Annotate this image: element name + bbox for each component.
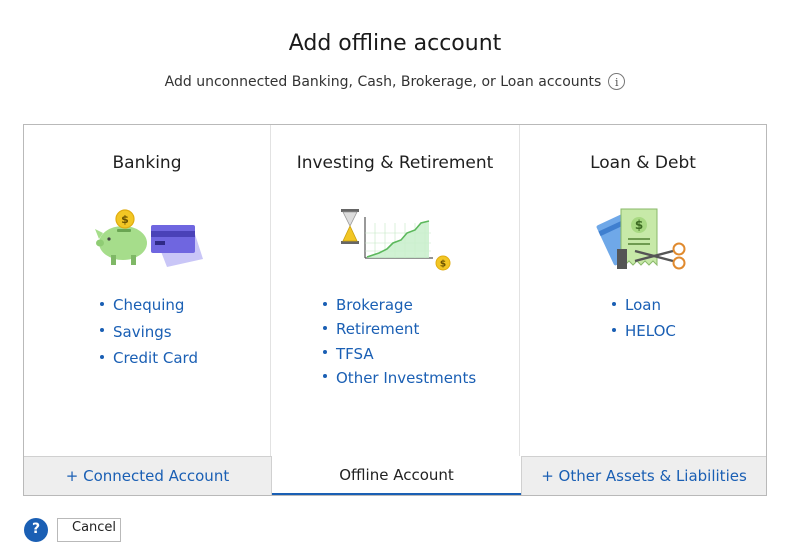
help-icon[interactable]: ?	[24, 518, 48, 542]
link-heloc[interactable]: HELOC	[612, 321, 676, 347]
banking-title: Banking	[112, 153, 182, 173]
loan-title: Loan & Debt	[590, 153, 696, 173]
info-icon[interactable]: i	[608, 73, 626, 90]
link-retirement[interactable]: Retirement	[323, 319, 476, 343]
page-subtitle-row: Add unconnected Banking, Cash, Brokerage…	[0, 73, 790, 90]
link-brokerage[interactable]: Brokerage	[323, 295, 476, 319]
piggy-bank-and-card-icon: $	[95, 209, 203, 267]
svg-text:$: $	[440, 260, 446, 270]
link-savings[interactable]: Savings	[100, 322, 198, 349]
investing-links: Brokerage Retirement TFSA Other Investme…	[323, 295, 476, 392]
loan-links: Loan HELOC	[612, 295, 676, 347]
account-type-panel: Banking $ Chequing Savings Credit Card I…	[23, 124, 767, 496]
link-tfsa[interactable]: TFSA	[323, 344, 476, 368]
page-title: Add offline account	[288, 31, 502, 56]
page-subtitle: Add unconnected Banking, Cash, Brokerage…	[164, 73, 602, 90]
cancel-button[interactable]: Cancel	[57, 518, 121, 542]
banking-column: Banking $ Chequing Savings Credit Card	[24, 125, 271, 456]
link-credit-card[interactable]: Credit Card	[100, 348, 198, 375]
banking-links: Chequing Savings Credit Card	[100, 295, 198, 375]
link-loan[interactable]: Loan	[612, 295, 676, 321]
svg-text:$: $	[635, 218, 643, 232]
investing-title: Investing & Retirement	[296, 153, 494, 173]
receipt-and-scissors-icon: $	[596, 208, 686, 270]
loan-column: Loan & Debt $ Loan HELOC	[520, 125, 766, 456]
link-chequing[interactable]: Chequing	[100, 295, 198, 322]
link-other-investments[interactable]: Other Investments	[323, 368, 476, 392]
investing-column: Investing & Retirement $ Brokerage Retir…	[271, 125, 520, 456]
tab-offline-account[interactable]: Offline Account	[272, 456, 521, 495]
svg-text:$: $	[121, 213, 129, 226]
account-tabs: + Connected Account Offline Account + Ot…	[24, 456, 766, 495]
hourglass-and-growth-chart-icon: $	[341, 209, 451, 271]
tab-connected-account[interactable]: + Connected Account	[24, 456, 272, 495]
tab-other-assets-liabilities[interactable]: + Other Assets & Liabilities	[521, 456, 766, 495]
